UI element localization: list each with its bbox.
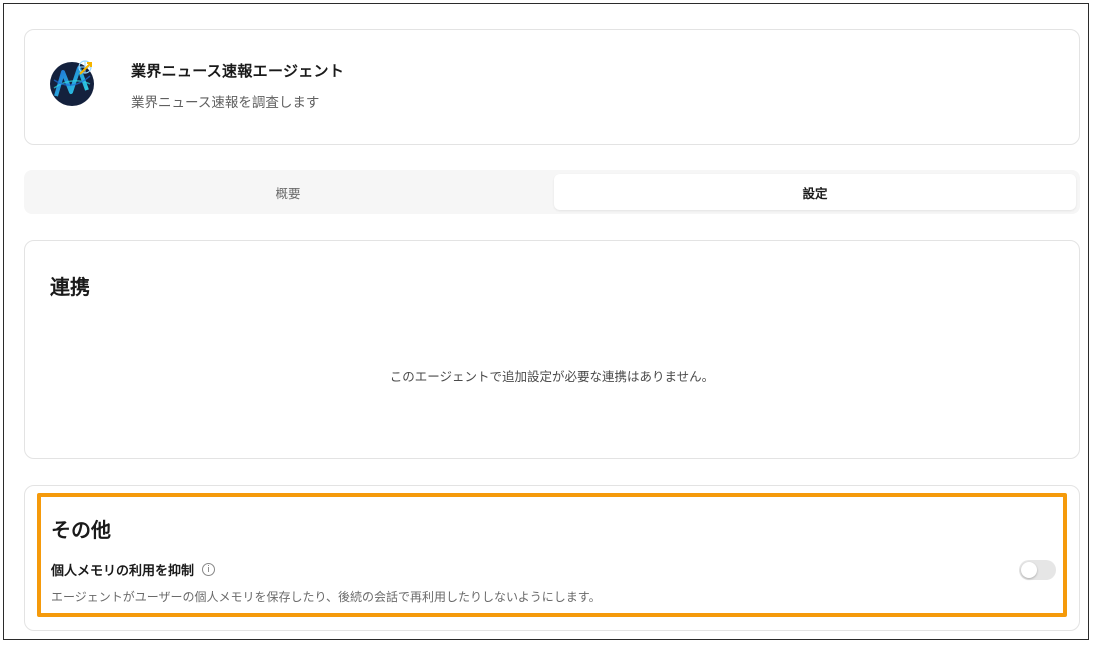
memory-setting-description: エージェントがユーザーの個人メモリを保存したり、後続の会話で再利用したりしないよ… bbox=[51, 590, 601, 604]
tab-bar: 概要 設定 bbox=[24, 170, 1080, 214]
agent-name: 業界ニュース速報エージェント bbox=[131, 62, 345, 80]
info-icon[interactable]: i bbox=[202, 563, 216, 576]
agent-avatar-icon bbox=[49, 54, 95, 114]
app-window: 業界ニュース速報エージェント 業界ニュース速報を調査します 概要 設定 連携 こ… bbox=[3, 3, 1089, 640]
other-title: その他 bbox=[51, 518, 111, 542]
other-settings-card bbox=[24, 485, 1080, 631]
agent-header-card: 業界ニュース速報エージェント 業界ニュース速報を調査します bbox=[24, 29, 1080, 145]
toggle-knob bbox=[1021, 562, 1037, 578]
memory-setting-label-text: 個人メモリの利用を抑制 bbox=[51, 564, 195, 579]
tab-settings[interactable]: 設定 bbox=[554, 174, 1076, 210]
integrations-empty-message: このエージェントで追加設定が必要な連携はありません。 bbox=[389, 369, 715, 384]
memory-setting-label: 個人メモリの利用を抑制 i bbox=[51, 560, 216, 579]
integrations-title: 連携 bbox=[50, 275, 90, 299]
tab-overview[interactable]: 概要 bbox=[24, 174, 552, 210]
agent-description: 業界ニュース速報を調査します bbox=[131, 95, 320, 111]
memory-suppress-toggle[interactable] bbox=[1019, 560, 1056, 580]
integrations-card: 連携 このエージェントで追加設定が必要な連携はありません。 bbox=[24, 240, 1080, 459]
